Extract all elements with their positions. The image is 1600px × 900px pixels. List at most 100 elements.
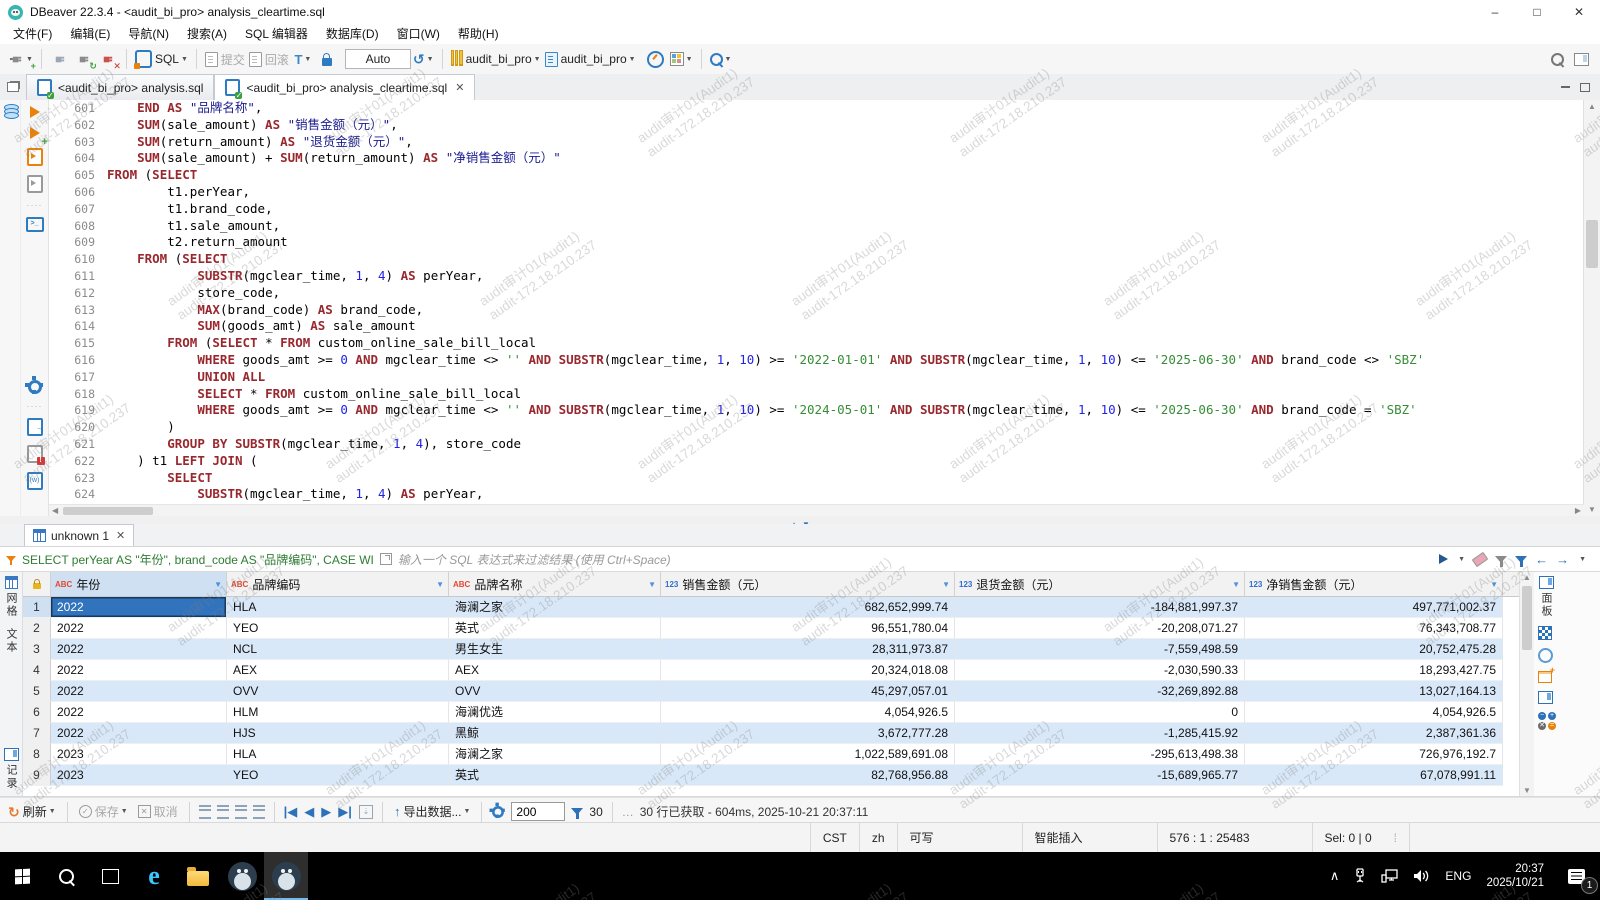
apply-filter-icon[interactable] — [1439, 554, 1448, 564]
cell[interactable]: HLA — [227, 597, 449, 618]
cancel-button[interactable]: ✕取消 — [136, 801, 180, 823]
task-view-icon[interactable] — [88, 852, 132, 900]
quick-search-button[interactable] — [1545, 48, 1569, 70]
row-header-corner[interactable] — [23, 572, 51, 596]
cell[interactable]: NCL — [227, 639, 449, 660]
add-panel-icon[interactable] — [1538, 671, 1552, 683]
row-number[interactable]: 3 — [23, 639, 51, 660]
cell[interactable]: 67,078,991.11 — [1245, 765, 1503, 786]
execute-script-icon[interactable] — [27, 148, 43, 166]
explain-plan-icon[interactable] — [27, 175, 43, 193]
cell[interactable]: 2022 — [51, 681, 227, 702]
column-filter-icon[interactable]: ▼ — [214, 580, 222, 589]
panels-toggle[interactable]: 面板 — [1538, 576, 1554, 618]
cell[interactable]: 726,976,192.7 — [1245, 744, 1503, 765]
record-mode-toggle[interactable]: 记录 — [3, 748, 19, 796]
cell[interactable]: 2022 — [51, 597, 227, 618]
restore-view-icon[interactable] — [7, 82, 19, 92]
schema-select[interactable]: audit_bi_pro▼ — [543, 48, 638, 70]
new-connection-button[interactable]: +▼ — [7, 48, 35, 70]
cell[interactable]: 英式 — [449, 618, 661, 639]
cell[interactable]: 2,387,361.36 — [1245, 723, 1503, 744]
cell[interactable]: 45,297,057.01 — [661, 681, 955, 702]
cell[interactable]: 13,027,164.13 — [1245, 681, 1503, 702]
row-number[interactable]: 4 — [23, 660, 51, 681]
filter-menu-icon[interactable]: ▼ — [1579, 556, 1586, 563]
menu-item-1[interactable]: 编辑(E) — [61, 24, 119, 44]
menu-item-4[interactable]: SQL 编辑器 — [236, 24, 317, 44]
add-row-icon[interactable] — [217, 805, 229, 819]
cell[interactable]: 2022 — [51, 618, 227, 639]
dbeaver-taskbar-icon[interactable] — [220, 852, 264, 900]
taskbar-search-icon[interactable] — [44, 852, 88, 900]
execute-statement-icon[interactable] — [30, 106, 40, 118]
minimize-editor-icon[interactable] — [1561, 86, 1570, 88]
cell[interactable]: -184,881,997.37 — [955, 597, 1245, 618]
results-vertical-scrollbar[interactable]: ▲ ▼ — [1519, 572, 1534, 796]
menu-item-5[interactable]: 数据库(D) — [317, 24, 388, 44]
overflow-menu-icon[interactable]: … — [622, 805, 634, 819]
transaction-history-button[interactable]: ↺▼ — [411, 48, 436, 70]
usb-tray-icon[interactable] — [1346, 852, 1374, 900]
cell[interactable]: -15,689,965.77 — [955, 765, 1245, 786]
commit-button[interactable]: 提交 — [203, 48, 247, 70]
export-data-button[interactable]: ↑导出数据...▼ — [392, 801, 472, 823]
cell[interactable]: 3,672,777.28 — [661, 723, 955, 744]
column-filter-icon[interactable]: ▼ — [1232, 580, 1240, 589]
cell[interactable]: 1,022,589,691.08 — [661, 744, 955, 765]
minimize-icon[interactable]: – — [1474, 0, 1516, 24]
cell[interactable]: AEX — [227, 660, 449, 681]
cell[interactable]: 2022 — [51, 639, 227, 660]
cell[interactable]: 海澜之家 — [449, 744, 661, 765]
column-header-6[interactable]: 123净销售金额（元）▼ — [1245, 572, 1503, 596]
network-tray-icon[interactable] — [1374, 852, 1406, 900]
dbeaver-taskbar-icon-active[interactable] — [264, 852, 308, 900]
maximize-icon[interactable]: □ — [1516, 0, 1558, 24]
column-filter-icon[interactable]: ▼ — [942, 580, 950, 589]
edge-icon[interactable]: e — [132, 852, 176, 900]
cell[interactable]: 28,311,973.87 — [661, 639, 955, 660]
menu-item-6[interactable]: 窗口(W) — [388, 24, 449, 44]
column-header-5[interactable]: 123退货金额（元）▼ — [955, 572, 1245, 596]
disconnect-icon[interactable]: ✕ — [96, 48, 120, 70]
export-script-icon[interactable] — [27, 418, 43, 436]
history-forward-icon[interactable]: → — [1556, 553, 1569, 566]
edit-row-icon[interactable] — [199, 805, 211, 819]
tab-analysis-sql[interactable]: <audit_bi_pro> analysis.sql — [26, 74, 214, 100]
cell[interactable]: HLA — [227, 744, 449, 765]
search-button[interactable]: ▼ — [708, 48, 734, 70]
filter-settings-icon[interactable] — [1495, 556, 1507, 563]
settings-gear-icon[interactable] — [28, 380, 42, 394]
editor-results-splitter[interactable]: ▲▼ — [0, 516, 1600, 524]
results-tab-unknown-1[interactable]: unknown 1 ✕ — [24, 524, 134, 546]
cell[interactable]: HLM — [227, 702, 449, 723]
column-header-2[interactable]: ABC品牌编码▼ — [227, 572, 449, 596]
execute-new-tab-icon[interactable]: + — [30, 127, 40, 139]
cell[interactable]: 76,343,708.77 — [1245, 618, 1503, 639]
sql-editor-button[interactable]: SQL▼ — [133, 48, 190, 70]
tab-analysis-cleartime-sql[interactable]: <audit_bi_pro> analysis_cleartime.sql ✕ — [214, 74, 475, 100]
row-number[interactable]: 1 — [23, 597, 51, 618]
script-output-icon[interactable]: (w) — [27, 472, 43, 490]
menu-item-7[interactable]: 帮助(H) — [449, 24, 508, 44]
cell[interactable]: 682,652,999.74 — [661, 597, 955, 618]
cell[interactable]: 海澜优选 — [449, 702, 661, 723]
dashboard-button[interactable] — [644, 48, 668, 70]
cell[interactable]: HJS — [227, 723, 449, 744]
row-number[interactable]: 8 — [23, 744, 51, 765]
row-number[interactable]: 7 — [23, 723, 51, 744]
cell[interactable]: 2022 — [51, 723, 227, 744]
cell[interactable]: 96,551,780.04 — [661, 618, 955, 639]
filter-dropdown-icon[interactable]: ▼ — [1458, 556, 1465, 563]
fetch-all-icon[interactable]: ⇣ — [359, 805, 373, 819]
presentation-tab-grid[interactable]: 网格 — [3, 576, 19, 618]
cell[interactable]: 20,324,018.08 — [661, 660, 955, 681]
tab-close-icon[interactable]: ✕ — [455, 81, 464, 94]
cell[interactable]: -2,030,590.33 — [955, 660, 1245, 681]
status-caret-position[interactable]: 576 : 1 : 25483 — [1157, 823, 1312, 853]
row-number[interactable]: 5 — [23, 681, 51, 702]
cell[interactable]: YEO — [227, 618, 449, 639]
cell[interactable]: 497,771,002.37 — [1245, 597, 1503, 618]
delete-row-icon[interactable] — [253, 805, 265, 819]
tray-expand-icon[interactable]: ∧ — [1323, 852, 1347, 900]
